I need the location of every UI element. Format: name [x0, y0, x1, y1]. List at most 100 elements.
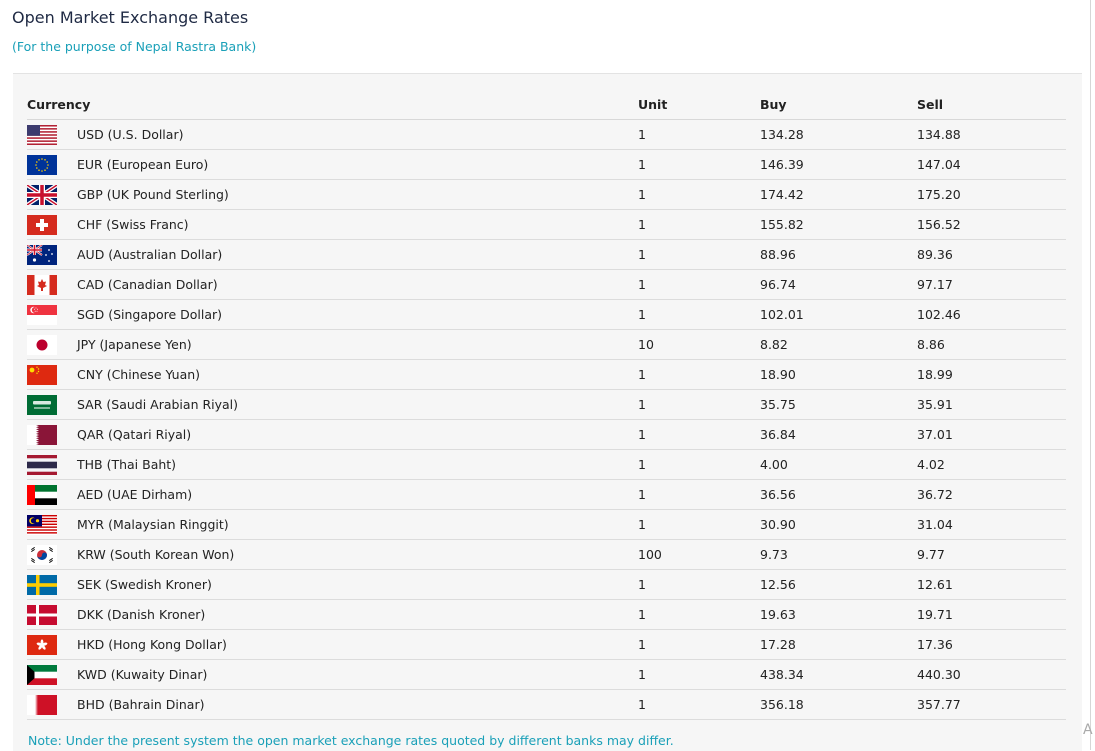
buy-rate: 30.90 — [760, 509, 917, 540]
flag-cn-icon — [27, 364, 57, 385]
unit-value: 1 — [638, 389, 760, 420]
unit-value: 1 — [638, 269, 760, 300]
flag-au-icon — [27, 244, 57, 265]
currency-name: QAR (Qatari Riyal) — [77, 419, 638, 450]
sell-rate: 31.04 — [917, 509, 1066, 540]
currency-name: BHD (Bahrain Dinar) — [77, 689, 638, 720]
sell-rate: 9.77 — [917, 539, 1066, 570]
header-buy: Buy — [760, 89, 917, 120]
currency-name: SEK (Swedish Kroner) — [77, 569, 638, 600]
table-row: KWD (Kuwaity Dinar) 1 438.34 440.30 — [27, 659, 1066, 690]
flag-cell — [27, 119, 77, 150]
flag-cell — [27, 629, 77, 660]
unit-value: 1 — [638, 239, 760, 270]
currency-name: AUD (Australian Dollar) — [77, 239, 638, 270]
currency-name: GBP (UK Pound Sterling) — [77, 179, 638, 210]
table-row: CNY (Chinese Yuan) 1 18.90 18.99 — [27, 359, 1066, 390]
sell-rate: 89.36 — [917, 239, 1066, 270]
unit-value: 1 — [638, 599, 760, 630]
currency-name: KRW (South Korean Won) — [77, 539, 638, 570]
flag-cell — [27, 389, 77, 420]
table-row: JPY (Japanese Yen) 10 8.82 8.86 — [27, 329, 1066, 360]
flag-cell — [27, 299, 77, 330]
currency-name: USD (U.S. Dollar) — [77, 119, 638, 150]
sell-rate: 156.52 — [917, 209, 1066, 240]
edge-letter: A — [1083, 722, 1093, 738]
flag-cell — [27, 509, 77, 540]
currency-name: KWD (Kuwaity Dinar) — [77, 659, 638, 690]
unit-value: 1 — [638, 209, 760, 240]
table-row: SAR (Saudi Arabian Riyal) 1 35.75 35.91 — [27, 389, 1066, 420]
buy-rate: 36.56 — [760, 479, 917, 510]
unit-value: 1 — [638, 479, 760, 510]
page-right-border — [1090, 0, 1091, 750]
table-header-row: Currency Unit Buy Sell — [27, 89, 1066, 120]
flag-cell — [27, 209, 77, 240]
buy-rate: 155.82 — [760, 209, 917, 240]
flag-eu-icon — [27, 154, 57, 175]
unit-value: 1 — [638, 629, 760, 660]
buy-rate: 8.82 — [760, 329, 917, 360]
currency-name: MYR (Malaysian Ringgit) — [77, 509, 638, 540]
sell-rate: 440.30 — [917, 659, 1066, 690]
footer-note: Note: Under the present system the open … — [28, 733, 674, 748]
flag-cell — [27, 689, 77, 720]
currency-name: JPY (Japanese Yen) — [77, 329, 638, 360]
table-row: THB (Thai Baht) 1 4.00 4.02 — [27, 449, 1066, 480]
flag-kw-icon — [27, 664, 57, 685]
sell-rate: 147.04 — [917, 149, 1066, 180]
unit-value: 10 — [638, 329, 760, 360]
currency-name: SAR (Saudi Arabian Riyal) — [77, 389, 638, 420]
flag-sa-icon — [27, 394, 57, 415]
flag-cell — [27, 359, 77, 390]
buy-rate: 146.39 — [760, 149, 917, 180]
unit-value: 1 — [638, 299, 760, 330]
sell-rate: 19.71 — [917, 599, 1066, 630]
sell-rate: 35.91 — [917, 389, 1066, 420]
buy-rate: 4.00 — [760, 449, 917, 480]
table-row: USD (U.S. Dollar) 1 134.28 134.88 — [27, 119, 1066, 150]
currency-name: AED (UAE Dirham) — [77, 479, 638, 510]
exchange-rates-table: Currency Unit Buy Sell USD (U.S. Dollar)… — [27, 89, 1066, 720]
flag-ch-icon — [27, 214, 57, 235]
buy-rate: 438.34 — [760, 659, 917, 690]
unit-value: 1 — [638, 419, 760, 450]
flag-my-icon — [27, 514, 57, 535]
flag-cell — [27, 239, 77, 270]
flag-hk-icon — [27, 634, 57, 655]
unit-value: 1 — [638, 569, 760, 600]
currency-name: HKD (Hong Kong Dollar) — [77, 629, 638, 660]
sell-rate: 175.20 — [917, 179, 1066, 210]
buy-rate: 134.28 — [760, 119, 917, 150]
flag-cell — [27, 269, 77, 300]
unit-value: 1 — [638, 689, 760, 720]
flag-dk-icon — [27, 604, 57, 625]
sell-rate: 357.77 — [917, 689, 1066, 720]
sell-rate: 134.88 — [917, 119, 1066, 150]
table-row: CAD (Canadian Dollar) 1 96.74 97.17 — [27, 269, 1066, 300]
unit-value: 1 — [638, 449, 760, 480]
flag-cell — [27, 569, 77, 600]
unit-value: 1 — [638, 149, 760, 180]
flag-kr-icon — [27, 544, 57, 565]
sell-rate: 4.02 — [917, 449, 1066, 480]
currency-name: THB (Thai Baht) — [77, 449, 638, 480]
table-row: AED (UAE Dirham) 1 36.56 36.72 — [27, 479, 1066, 510]
buy-rate: 17.28 — [760, 629, 917, 660]
buy-rate: 12.56 — [760, 569, 917, 600]
header-sell: Sell — [917, 89, 1066, 120]
sell-rate: 12.61 — [917, 569, 1066, 600]
page-title: Open Market Exchange Rates — [12, 8, 249, 27]
table-row: KRW (South Korean Won) 100 9.73 9.77 — [27, 539, 1066, 570]
buy-rate: 96.74 — [760, 269, 917, 300]
flag-cell — [27, 539, 77, 570]
currency-name: CNY (Chinese Yuan) — [77, 359, 638, 390]
sell-rate: 102.46 — [917, 299, 1066, 330]
flag-gb-icon — [27, 184, 57, 205]
unit-value: 1 — [638, 509, 760, 540]
flag-th-icon — [27, 454, 57, 475]
page-subtitle: (For the purpose of Nepal Rastra Bank) — [12, 39, 257, 54]
table-row: SEK (Swedish Kroner) 1 12.56 12.61 — [27, 569, 1066, 600]
buy-rate: 36.84 — [760, 419, 917, 450]
table-row: GBP (UK Pound Sterling) 1 174.42 175.20 — [27, 179, 1066, 210]
